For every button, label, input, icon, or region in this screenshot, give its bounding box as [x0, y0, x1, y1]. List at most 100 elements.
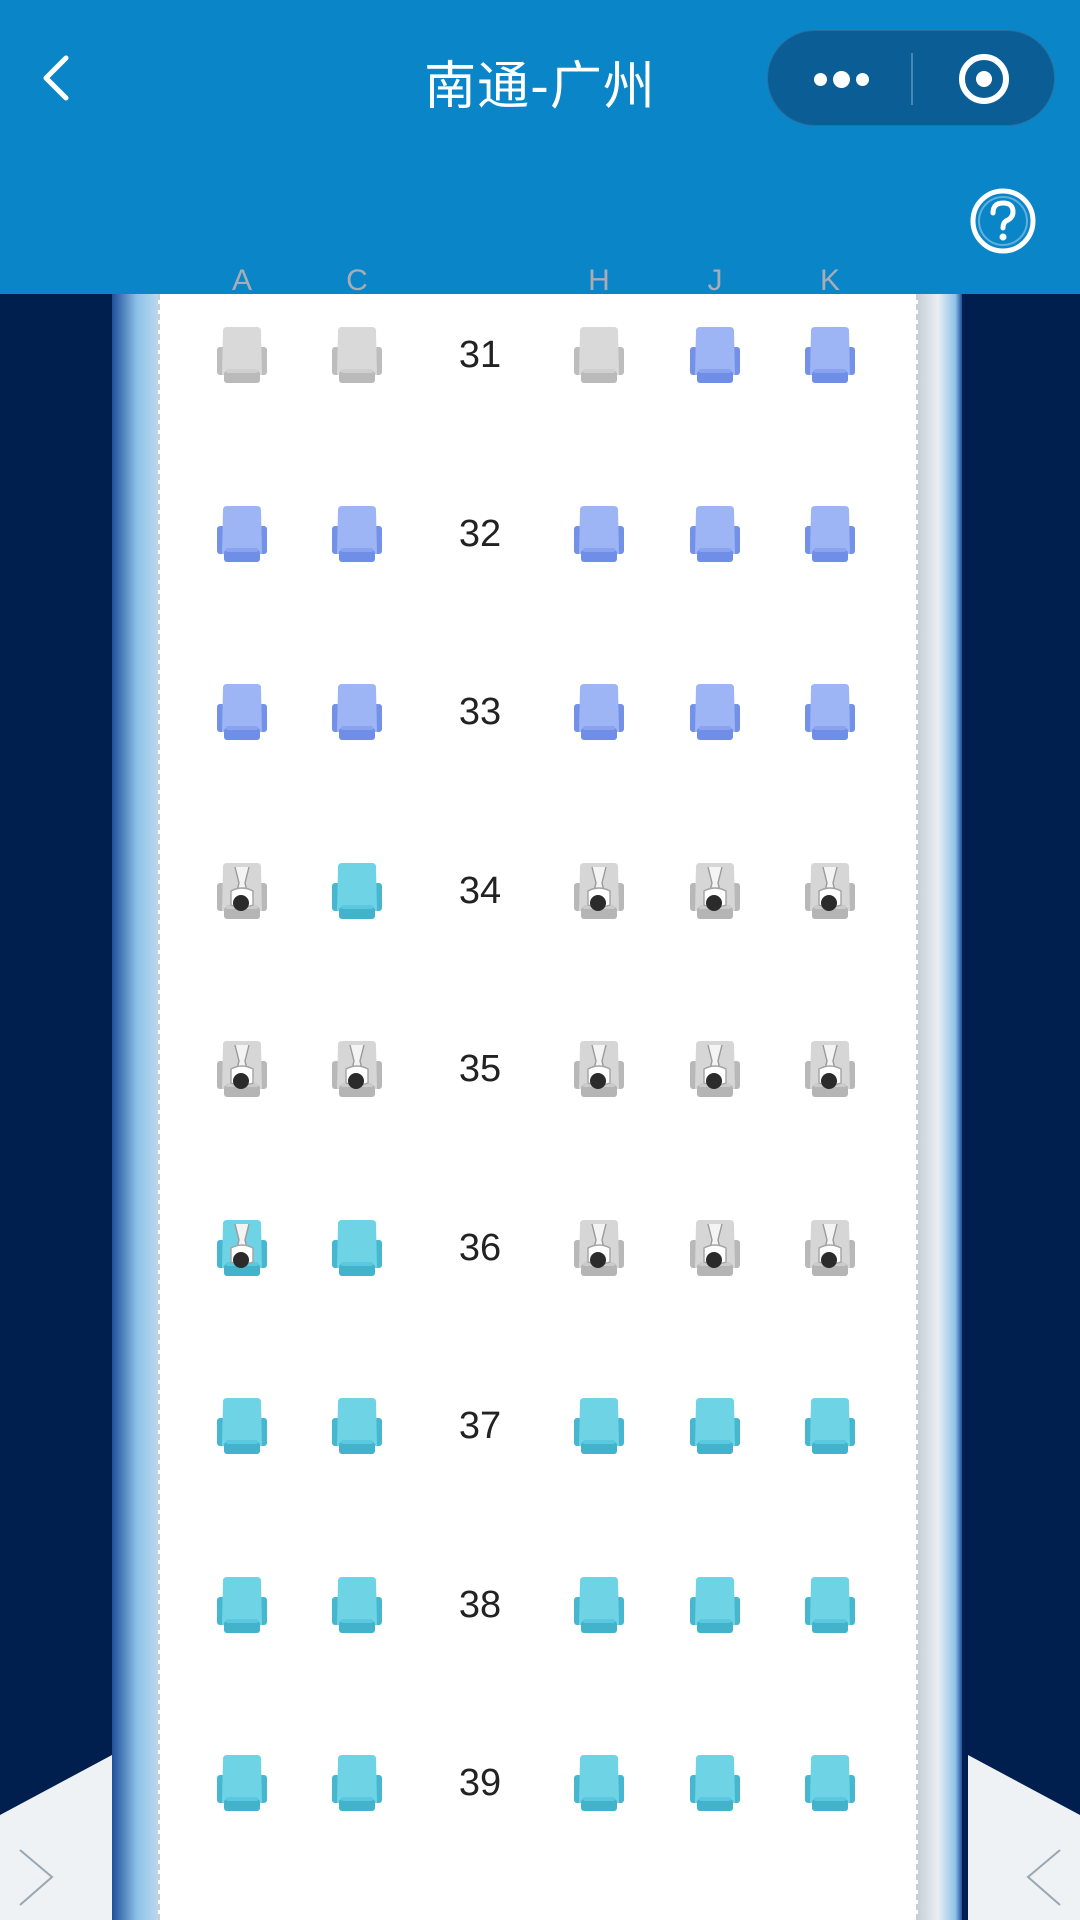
seat-blue-icon [574, 505, 624, 562]
seat-35a [213, 1039, 271, 1101]
seat-37j[interactable] [686, 1396, 744, 1458]
seat-cyan-icon [332, 862, 382, 919]
seat-occupied-icon [574, 1041, 624, 1097]
row-number: 32 [458, 512, 502, 555]
seat-31j[interactable] [686, 325, 744, 387]
seat-32j[interactable] [686, 504, 744, 566]
row-number: 39 [458, 1762, 502, 1804]
seat-36h [570, 1218, 628, 1280]
seat-37c[interactable] [328, 1396, 386, 1458]
seat-cyan-icon [332, 1576, 382, 1633]
seat-36c[interactable] [328, 1218, 386, 1280]
target-close-icon [959, 54, 1009, 104]
seat-occupied-icon [690, 1041, 740, 1097]
seat-33k[interactable] [801, 682, 859, 744]
seat-occupied-icon [690, 1219, 740, 1276]
question-circle-icon [970, 188, 1036, 254]
seat-35k [801, 1039, 859, 1101]
wing-left [0, 1755, 112, 1920]
seat-38k[interactable] [801, 1575, 859, 1637]
row-number: 35 [458, 1048, 502, 1090]
close-button[interactable] [913, 31, 1056, 127]
seat-cyan-icon [332, 1398, 382, 1454]
seat-cyan-icon [805, 1398, 855, 1454]
seat-cyan-icon [690, 1398, 740, 1454]
seat-cyan-icon [217, 1576, 267, 1633]
seat-occupied-icon [217, 1041, 267, 1097]
seat-blue-icon [690, 505, 740, 562]
seat-cyan-icon [332, 1755, 382, 1811]
seat-37h[interactable] [570, 1396, 628, 1458]
seat-cyan-icon [574, 1576, 624, 1633]
seat-occupied-icon [574, 1219, 624, 1276]
seat-34j [686, 861, 744, 923]
seat-32k[interactable] [801, 504, 859, 566]
seat-38j[interactable] [686, 1575, 744, 1637]
seat-occupied-icon [805, 1041, 855, 1097]
seat-31k[interactable] [801, 325, 859, 387]
seat-32a[interactable] [213, 504, 271, 566]
row-number: 33 [458, 691, 502, 733]
seat-33c[interactable] [328, 682, 386, 744]
seat-blue-icon [805, 684, 855, 740]
seat-39j[interactable] [686, 1753, 744, 1815]
sub-header-bar [0, 142, 1080, 294]
column-letter-c: C [346, 264, 368, 297]
seat-blue-icon [332, 505, 382, 562]
seat-blue-icon [574, 684, 624, 740]
seat-occupied-icon [574, 862, 624, 919]
row-number: 37 [458, 1405, 502, 1447]
seat-cyan-icon [805, 1755, 855, 1811]
seat-occupied-icon [805, 1219, 855, 1276]
help-button[interactable] [968, 186, 1038, 256]
mini-program-capsule [767, 30, 1055, 126]
seat-37a[interactable] [213, 1396, 271, 1458]
seat-blue-icon [217, 684, 267, 740]
seat-31c [328, 325, 386, 387]
seat-gray-icon [332, 327, 382, 383]
seat-38a[interactable] [213, 1575, 271, 1637]
seat-36k [801, 1218, 859, 1280]
seat-31a [213, 325, 271, 387]
seat-blue-icon [217, 505, 267, 562]
seat-cyan-icon [690, 1576, 740, 1633]
more-button[interactable] [768, 31, 911, 127]
row-number: 38 [458, 1583, 502, 1626]
seat-37k[interactable] [801, 1396, 859, 1458]
seat-33a[interactable] [213, 682, 271, 744]
seat-32c[interactable] [328, 504, 386, 566]
seat-occupied-icon [690, 862, 740, 919]
seat-33h[interactable] [570, 682, 628, 744]
wing-right [968, 1755, 1080, 1920]
seat-cyan-icon [217, 1398, 267, 1454]
seat-38c[interactable] [328, 1575, 386, 1637]
seat-cyan-icon [690, 1755, 740, 1811]
seat-blue-icon [805, 327, 855, 383]
seat-36a[interactable] [213, 1218, 271, 1280]
seat-35h [570, 1039, 628, 1101]
seat-35j [686, 1039, 744, 1101]
seat-38h[interactable] [570, 1575, 628, 1637]
seat-39c[interactable] [328, 1753, 386, 1815]
seat-32h[interactable] [570, 504, 628, 566]
seat-cyan-icon [574, 1755, 624, 1811]
seat-34c[interactable] [328, 861, 386, 923]
row-number: 31 [458, 334, 502, 376]
seat-blue-icon [690, 327, 740, 383]
seat-cyan-icon [805, 1576, 855, 1633]
seat-39k[interactable] [801, 1753, 859, 1815]
seat-35c [328, 1039, 386, 1101]
seat-31h [570, 325, 628, 387]
seat-gray-icon [217, 327, 267, 383]
seat-39h[interactable] [570, 1753, 628, 1815]
seat-39a[interactable] [213, 1753, 271, 1815]
seat-36j [686, 1218, 744, 1280]
seat-34k [801, 861, 859, 923]
seat-blue-icon [690, 684, 740, 740]
seat-gray-icon [574, 327, 624, 383]
seat-cyan-icon [217, 1755, 267, 1811]
column-letter-a: A [231, 264, 252, 297]
more-dots-icon [814, 73, 827, 86]
seat-blue-icon [805, 505, 855, 562]
seat-33j[interactable] [686, 682, 744, 744]
